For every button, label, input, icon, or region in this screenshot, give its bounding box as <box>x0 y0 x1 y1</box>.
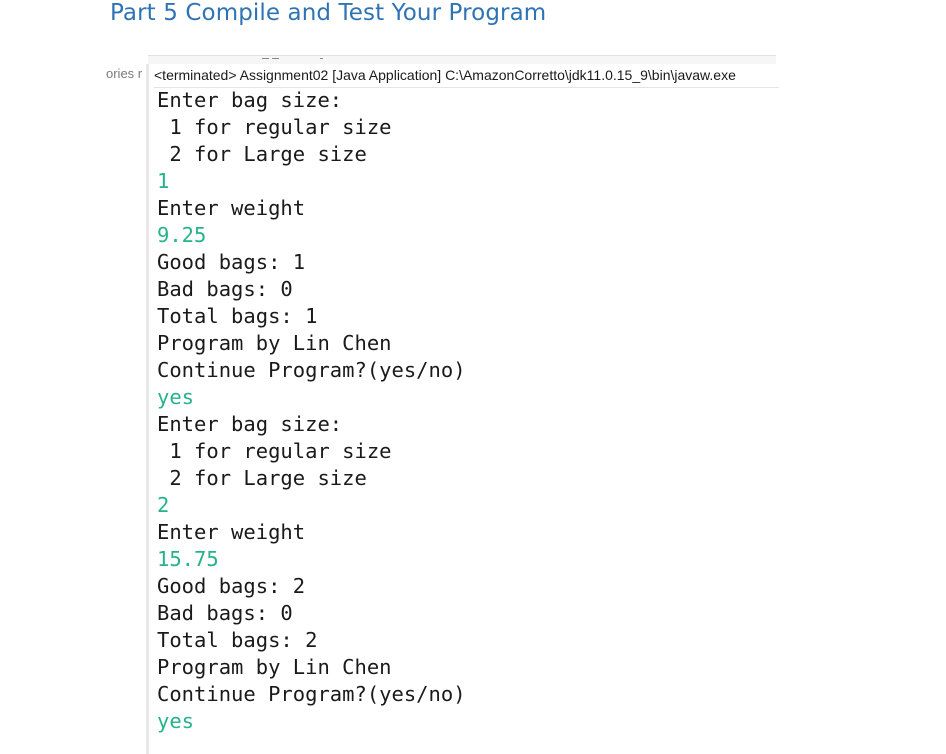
console-output-line: Enter weight <box>157 196 306 220</box>
console-input-line: yes <box>157 385 195 409</box>
console-output-line: 2 for Large size <box>157 466 367 490</box>
console-output-line: Bad bags: 0 <box>157 601 293 625</box>
console-input-line: 15.75 <box>157 547 219 571</box>
console-output-line: 1 for regular size <box>157 439 392 463</box>
console-header: <terminated> Assignment02 [Java Applicat… <box>154 65 779 88</box>
toolbar-mark <box>262 58 269 59</box>
console-output-line: Enter bag size: <box>157 88 343 112</box>
console-output-line: Bad bags: 0 <box>157 277 293 301</box>
console-output-line: Total bags: 2 <box>157 628 318 652</box>
console-output-line: Program by Lin Chen <box>157 655 392 679</box>
console-output-line: Enter weight <box>157 520 306 544</box>
console-output-line: Continue Program?(yes/no) <box>157 358 466 382</box>
toolbar-mark <box>272 58 279 59</box>
console-output-line: 1 for regular size <box>157 115 392 139</box>
console-output-line: Good bags: 1 <box>157 250 306 274</box>
toolbar-mark <box>320 58 323 59</box>
console-output-line: Program by Lin Chen <box>157 331 392 355</box>
console-output-line: Good bags: 2 <box>157 574 306 598</box>
console-output-line: 2 for Large size <box>157 142 367 166</box>
console-input-line: 2 <box>157 493 170 517</box>
console-input-line: 1 <box>157 169 170 193</box>
console-output-line: Enter bag size: <box>157 412 343 436</box>
console-output-line: Total bags: 1 <box>157 304 318 328</box>
left-panel-clipped-label: ories r <box>106 66 143 81</box>
console-output-line: Continue Program?(yes/no) <box>157 682 466 706</box>
page-heading: Part 5 Compile and Test Your Program <box>110 0 547 26</box>
console-input-line: 9.25 <box>157 223 207 247</box>
console-output[interactable]: Enter bag size: 1 for regular size 2 for… <box>157 87 777 735</box>
console-input-line: yes <box>157 709 195 733</box>
console-view[interactable]: <terminated> Assignment02 [Java Applicat… <box>146 64 779 754</box>
